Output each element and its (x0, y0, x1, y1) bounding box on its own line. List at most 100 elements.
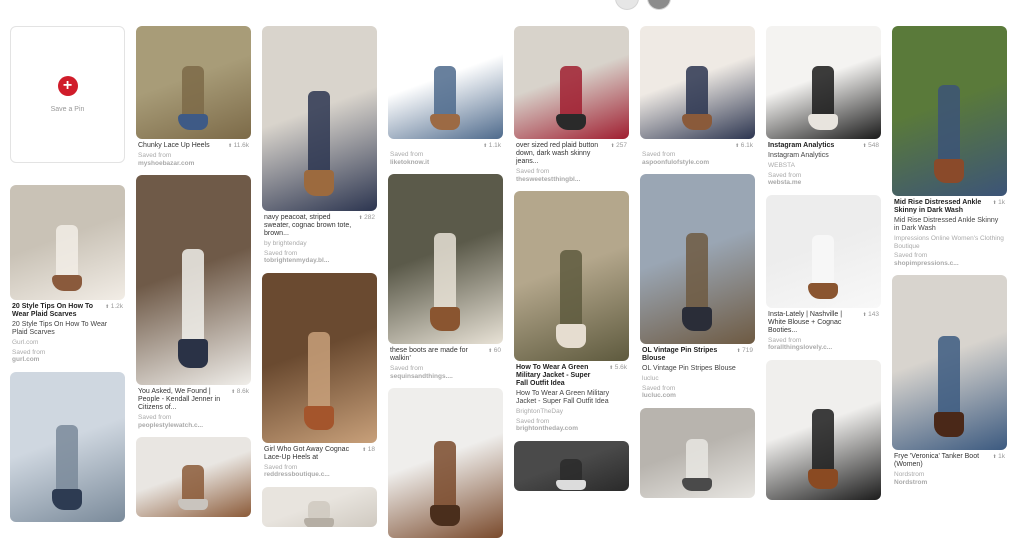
repin-count-value: 548 (868, 142, 879, 149)
pin-card[interactable] (136, 437, 251, 517)
pin-card[interactable]: Chunky Lace Up Heels ⬆ 11.6k Saved from mys… (136, 26, 251, 167)
pin-source[interactable]: Impressions Online Women's Clothing Bout… (894, 235, 1005, 250)
pin-card[interactable]: 20 Style Tips On How To Wear Plaid Scarv… (10, 185, 125, 364)
pin-card[interactable] (766, 359, 881, 500)
pin-source[interactable]: Nordstrom (894, 471, 1005, 479)
source-site-link[interactable]: lucluc.com (642, 392, 753, 400)
avatar[interactable] (647, 0, 671, 10)
pin-image[interactable] (514, 191, 629, 361)
repin-count: ⬆ 1.2k (102, 303, 123, 310)
pin-meta: these boots are made for walkin' ⬆ 60 Save… (388, 344, 503, 380)
pin-title: Instagram Analytics (768, 142, 835, 149)
save-pin-card[interactable]: + Save a Pin (10, 26, 125, 163)
source-site-link[interactable]: forallthingslovely.c... (768, 344, 879, 352)
pin-image[interactable] (514, 440, 629, 491)
pin-card[interactable]: How To Wear A Green Military Jacket - Su… (514, 191, 629, 433)
pin-meta: Insta-Lately | Nashville | White Blouse … (766, 308, 881, 352)
pin-card[interactable]: OL Vintage Pin Stripes Blouse ⬆ 719 OL Vin… (640, 174, 755, 400)
pin-source[interactable]: by brightenday (264, 240, 375, 248)
source-site-link[interactable]: tobrightenmyday.bl... (264, 257, 375, 265)
pin-card[interactable]: these boots are made for walkin' ⬆ 60 Save… (388, 174, 503, 380)
photo-boot (808, 468, 838, 489)
source-site-link[interactable]: reddressboutique.c... (264, 471, 375, 479)
pin-meta: ⬆ 1.1k Saved from liketoknow.it (388, 139, 503, 166)
pin-image[interactable] (262, 486, 377, 527)
photo-boot (304, 517, 334, 527)
pin-title: Chunky Lace Up Heels (138, 142, 210, 149)
pin-image[interactable] (388, 174, 503, 344)
pin-image[interactable] (892, 275, 1007, 450)
pin-card[interactable]: Insta-Lately | Nashville | White Blouse … (766, 194, 881, 352)
pin-source[interactable]: BrightonTheDay (516, 408, 627, 416)
source-site-link[interactable]: liketoknow.it (390, 159, 501, 167)
pin-image[interactable] (136, 26, 251, 139)
repin-count-value: 1k (998, 453, 1005, 460)
source-site-link[interactable]: peoplestylewatch.c... (138, 422, 249, 430)
pin-card[interactable]: navy peacoat, striped sweater, cognac br… (262, 26, 377, 265)
pin-column: Instagram Analytics ⬆ 548 Instagram Analyt… (766, 26, 881, 508)
add-icon[interactable]: + (57, 76, 78, 96)
source-site-link[interactable]: thesweetestthingbl... (516, 176, 627, 184)
pin-image[interactable] (10, 185, 125, 300)
pin-image[interactable] (136, 175, 251, 385)
pin-card[interactable]: Mid Rise Distressed Ankle Skinny in Dark… (892, 26, 1007, 267)
pin-column: ⬆ 1.1k Saved from liketoknow.it these boots… (388, 26, 503, 539)
source-site-link[interactable]: sequinsandthings.... (390, 373, 501, 381)
pin-card[interactable]: Instagram Analytics ⬆ 548 Instagram Analyt… (766, 26, 881, 187)
photo-boot (178, 114, 208, 130)
pin-image[interactable] (640, 174, 755, 344)
pin-card[interactable]: over sized red plaid button down, dark w… (514, 26, 629, 183)
repin-count-value: 282 (364, 214, 375, 221)
pin-image[interactable] (262, 272, 377, 443)
pin-card[interactable]: Girl Who Got Away Cognac Lace-Up Heels a… (262, 272, 377, 479)
source-site-link[interactable]: shopimpressions.c... (894, 260, 1005, 268)
pin-image[interactable] (262, 26, 377, 211)
saved-from-label: Saved from (642, 151, 676, 158)
repin-count: ⬆ 1.1k (480, 142, 501, 149)
pin-title: these boots are made for walkin' (390, 347, 468, 362)
source-site-link[interactable]: websta.me (768, 179, 879, 187)
source-site-link[interactable]: myshoebazar.com (138, 160, 249, 168)
repin-count-value: 11.6k (233, 142, 249, 149)
pin-source[interactable]: WEBSTA (768, 162, 879, 170)
source-site-link[interactable]: brightontheday.com (516, 425, 627, 433)
pin-image[interactable] (640, 26, 755, 139)
pin-title: 20 Style Tips On How To Wear Plaid Scarv… (12, 303, 94, 318)
pin-meta: ⬆ 6.1k Saved from aspoonfulofstyle.com (640, 139, 755, 166)
pin-card[interactable] (10, 371, 125, 522)
photo-boot (52, 488, 82, 510)
pin-card[interactable] (388, 388, 503, 538)
pin-image[interactable] (136, 437, 251, 517)
pin-card[interactable]: ⬆ 6.1k Saved from aspoonfulofstyle.com (640, 26, 755, 166)
repin-count: ⬆ 282 (356, 214, 375, 221)
pin-image[interactable] (766, 359, 881, 500)
photo-boot (556, 479, 586, 490)
repin-count: ⬆ 11.6k (225, 142, 249, 149)
source-site-link[interactable]: Nordstrom (894, 479, 1005, 487)
pin-image[interactable] (388, 26, 503, 139)
pin-column: ⬆ 6.1k Saved from aspoonfulofstyle.com OL V… (640, 26, 755, 506)
saved-from-label: Saved from (516, 417, 550, 425)
photo-boot (934, 412, 964, 437)
source-site-link[interactable]: gurl.com (12, 356, 123, 364)
pin-image[interactable] (514, 26, 629, 139)
pin-card[interactable] (514, 440, 629, 491)
source-site-link[interactable]: aspoonfulofstyle.com (642, 159, 753, 167)
pin-card[interactable]: ⬆ 1.1k Saved from liketoknow.it (388, 26, 503, 166)
pin-source[interactable]: lucluc (642, 375, 753, 383)
avatar[interactable] (615, 0, 639, 10)
pin-image[interactable] (766, 26, 881, 139)
pin-card[interactable] (640, 407, 755, 498)
pin-image[interactable] (766, 194, 881, 308)
repin-count-value: 8.6k (236, 388, 249, 395)
pin-card[interactable] (262, 486, 377, 527)
repin-count-value: 1.1k (488, 142, 501, 149)
pin-image[interactable] (388, 388, 503, 538)
pin-rich-title: 20 Style Tips On How To Wear Plaid Scarv… (12, 321, 108, 336)
pin-image[interactable] (640, 407, 755, 498)
pin-card[interactable]: You Asked, We Found | People - Kendall J… (136, 175, 251, 429)
pin-source[interactable]: Gurl.com (12, 339, 123, 347)
pin-image[interactable] (10, 371, 125, 522)
pin-card[interactable]: Frye 'Veronica' Tanker Boot (Women) ⬆ 1k N… (892, 275, 1007, 486)
pin-image[interactable] (892, 26, 1007, 196)
